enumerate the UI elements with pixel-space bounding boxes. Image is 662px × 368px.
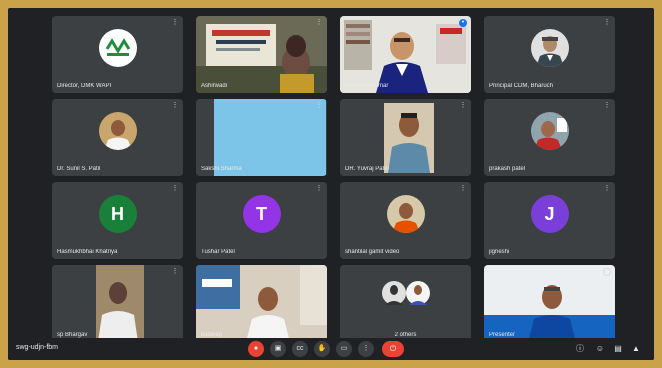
participant-tile[interactable]: H ⋮ Hasmukhbhai Khatriya [52, 182, 183, 259]
participant-tile[interactable]: ⋮ Ashirwadi [196, 16, 327, 93]
profile-photo [530, 29, 569, 68]
meeting-code: swg-udjn-fbm [16, 344, 59, 351]
profile-photo [386, 195, 425, 234]
participant-tile[interactable]: ⋮ kuldeep [196, 265, 327, 342]
captions-icon[interactable]: cc [292, 341, 308, 357]
initial-avatar: T [242, 195, 281, 234]
video-feed [52, 265, 183, 342]
video-feed [196, 265, 327, 342]
participant-tile[interactable]: ⋮ sp Bhargav [52, 265, 183, 342]
profile-photo [98, 112, 137, 151]
more-options-icon[interactable]: ⋮ [603, 102, 611, 110]
participant-tile[interactable]: Presenter [484, 265, 615, 342]
more-options-icon[interactable]: ⋮ [171, 19, 179, 27]
raise-hand-icon[interactable]: ✋ [314, 341, 330, 357]
more-options-icon[interactable]: ⋮ [603, 185, 611, 193]
more-options-icon[interactable]: ⋮ [315, 19, 323, 27]
more-options-icon[interactable]: ⋮ [315, 185, 323, 193]
more-options-icon[interactable]: ⋮ [459, 102, 467, 110]
pin-icon[interactable] [603, 268, 611, 276]
meeting-controls-bar: swg-udjn-fbm ● ▣ cc ✋ ▭ ⋮ ⏻ ⓘ ☺ ▤ ▲ [8, 338, 654, 360]
more-options-icon[interactable]: ⋮ [171, 268, 179, 276]
others-avatars [382, 281, 430, 305]
people-icon[interactable]: ☺ [594, 343, 606, 355]
participant-tile[interactable]: J ⋮ jigneshi [484, 182, 615, 259]
initial-avatar: H [98, 195, 137, 234]
more-options-icon[interactable]: ⋮ [603, 19, 611, 27]
leave-call-button[interactable]: ⏻ [382, 341, 404, 357]
camera-icon[interactable]: ▣ [270, 341, 286, 357]
participant-name: Principal CDM, Bharuch [489, 83, 554, 89]
participant-tile[interactable]: ⋮ Dr. Sunil S. Patil [52, 99, 183, 176]
present-screen-icon[interactable]: ▭ [336, 341, 352, 357]
participant-tile[interactable]: ⋮ Sakshi Sharma [196, 99, 327, 176]
participant-tile-speaking[interactable]: • Ravindra Kumar [340, 16, 471, 93]
participant-tile[interactable]: T ⋮ Tushar Patel [196, 182, 327, 259]
participant-name: Tushar Patel [201, 249, 235, 255]
more-options-icon[interactable]: ⋮ [315, 268, 323, 276]
video-feed [196, 16, 327, 93]
video-feed [196, 99, 327, 176]
video-feed [340, 99, 471, 176]
participant-name: shantilal gamit video [345, 249, 400, 255]
participant-tile[interactable]: ⋮ Director, DMK WAPI [52, 16, 183, 93]
mic-off-icon[interactable]: ● [248, 341, 264, 357]
participant-tile[interactable]: ⋮ Principal CDM, Bharuch [484, 16, 615, 93]
participant-tile[interactable]: ⋮ shantilal gamit video [340, 182, 471, 259]
logo-avatar [98, 29, 137, 68]
participant-name: Sakshi Sharma [201, 166, 242, 172]
initial-avatar: J [530, 195, 569, 234]
video-feed [484, 265, 615, 342]
speaking-indicator-icon: • [459, 19, 467, 27]
participant-name: jigneshi [489, 249, 510, 255]
participant-name: Hasmukhbhai Khatriya [57, 249, 118, 255]
participant-tile-group[interactable]: 2 others [340, 265, 471, 342]
participant-name: Ashirwadi [201, 83, 228, 89]
participant-name: Ravindra Kumar [345, 83, 389, 89]
chat-icon[interactable]: ▤ [612, 343, 624, 355]
participant-tile[interactable]: ⋮ DR. Yuvraj Patel [340, 99, 471, 176]
profile-photo [530, 112, 569, 151]
participant-name: Dr. Sunil S. Patil [57, 166, 101, 172]
participant-grid: ⋮ Director, DMK WAPI ⋮ Ashirwadi • Ravin… [8, 8, 654, 342]
more-options-icon[interactable]: ⋮ [315, 102, 323, 110]
more-options-icon[interactable]: ⋮ [358, 341, 374, 357]
activities-icon[interactable]: ▲ [630, 343, 642, 355]
participant-name: prakash patel [489, 166, 526, 172]
more-options-icon[interactable]: ⋮ [171, 185, 179, 193]
meet-window: ⋮ Director, DMK WAPI ⋮ Ashirwadi • Ravin… [8, 8, 654, 360]
participant-tile[interactable]: ⋮ prakash patel [484, 99, 615, 176]
more-options-icon[interactable]: ⋮ [459, 185, 467, 193]
video-feed [340, 16, 471, 93]
more-options-icon[interactable]: ⋮ [171, 102, 179, 110]
info-icon[interactable]: ⓘ [574, 343, 586, 355]
participant-name: DR. Yuvraj Patel [345, 166, 389, 172]
participant-name: Director, DMK WAPI [57, 83, 112, 89]
